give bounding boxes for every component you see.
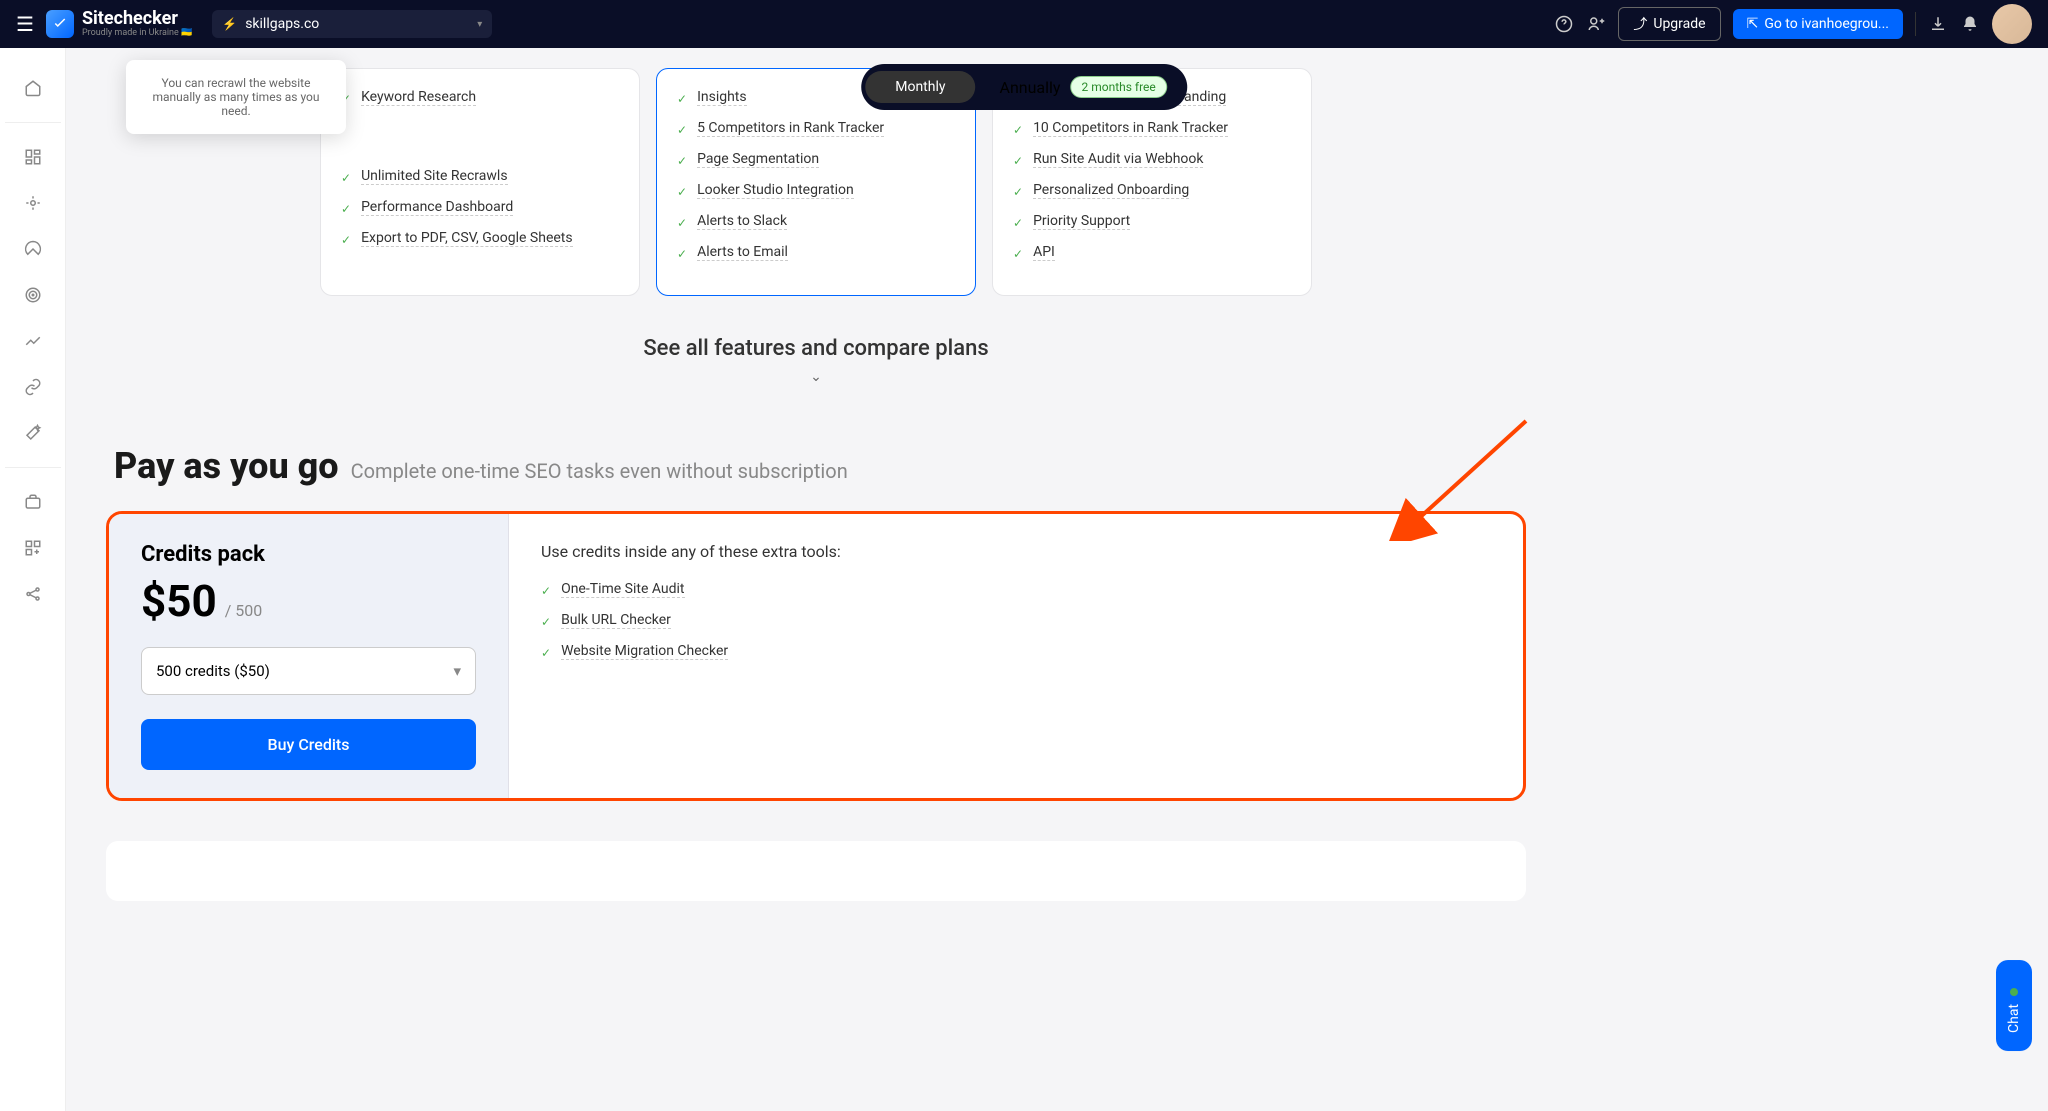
free-badge: 2 months free xyxy=(1070,76,1166,98)
chat-button[interactable]: Chat xyxy=(1996,960,2032,1051)
sidebar xyxy=(0,48,66,1111)
credits-box: Credits pack $50 / 500 500 credits ($50)… xyxy=(106,511,1526,801)
feature-item: ✓Page Segmentation xyxy=(677,151,955,168)
logo[interactable]: Sitechecker Proudly made in Ukraine 🇺🇦 xyxy=(46,10,192,38)
sidebar-share[interactable] xyxy=(13,574,53,614)
add-user-icon[interactable] xyxy=(1586,14,1606,34)
sidebar-apps[interactable] xyxy=(13,528,53,568)
tooltip-text: You can recrawl the website manually as … xyxy=(153,76,320,118)
feature-item: ✓Run Site Audit via Webhook xyxy=(1013,151,1291,168)
credits-select-value: 500 credits ($50) xyxy=(156,662,270,680)
sidebar-home[interactable] xyxy=(13,68,53,108)
credits-price: $50 xyxy=(141,575,217,627)
feature-item: ✓Keyword Research xyxy=(341,89,619,106)
credits-pack-title: Credits pack xyxy=(141,542,476,567)
credits-tools-heading: Use credits inside any of these extra to… xyxy=(541,542,1491,561)
tooltip: You can recrawl the website manually as … xyxy=(126,60,346,134)
sidebar-trend[interactable] xyxy=(13,321,53,361)
check-icon: ✓ xyxy=(677,154,687,168)
sidebar-dashboard[interactable] xyxy=(13,137,53,177)
upgrade-button[interactable]: ⤴ Upgrade xyxy=(1618,7,1720,41)
logo-icon xyxy=(46,10,74,38)
check-icon: ✓ xyxy=(1013,123,1023,137)
sidebar-analytics[interactable] xyxy=(13,183,53,223)
plan-card-basic: ✓Keyword Research ✓Unlimited Site Recraw… xyxy=(320,68,640,296)
chat-label: Chat xyxy=(2006,1004,2022,1033)
upgrade-icon: ⤴ xyxy=(1633,14,1647,34)
upgrade-label: Upgrade xyxy=(1653,16,1705,32)
divider xyxy=(1915,12,1916,36)
feature-item: ✓5 Competitors in Rank Tracker xyxy=(677,120,955,137)
toggle-annually[interactable]: Annually 2 months free xyxy=(976,68,1183,106)
check-icon: ✓ xyxy=(677,185,687,199)
payg-title: Pay as you go xyxy=(114,445,339,487)
check-icon: ✓ xyxy=(1013,185,1023,199)
feature-item: ✓Priority Support xyxy=(1013,213,1291,230)
check-icon: ✓ xyxy=(541,615,551,629)
credits-per: / 500 xyxy=(225,601,263,620)
download-icon[interactable] xyxy=(1928,14,1948,34)
check-icon: ✓ xyxy=(677,216,687,230)
credits-select[interactable]: 500 credits ($50) xyxy=(141,647,476,695)
feature-item: ✓Performance Dashboard xyxy=(341,199,619,216)
logo-name: Sitechecker xyxy=(82,10,192,28)
feature-item: ✓One-Time Site Audit xyxy=(541,581,1491,598)
feature-item: ✓Bulk URL Checker xyxy=(541,612,1491,629)
feature-item: ✓Alerts to Email xyxy=(677,244,955,261)
check-icon: ✓ xyxy=(341,233,351,247)
menu-icon[interactable]: ☰ xyxy=(16,12,34,36)
check-icon: ✓ xyxy=(341,202,351,216)
feature-item: ✓Looker Studio Integration xyxy=(677,182,955,199)
feature-item: ✓Unlimited Site Recrawls xyxy=(341,168,619,185)
credits-right: Use credits inside any of these extra to… xyxy=(509,514,1523,798)
buy-credits-button[interactable]: Buy Credits xyxy=(141,719,476,770)
sidebar-link[interactable] xyxy=(13,367,53,407)
app-header: ☰ Sitechecker Proudly made in Ukraine 🇺🇦… xyxy=(0,0,2048,48)
chevron-down-icon: ▾ xyxy=(477,19,482,30)
avatar[interactable] xyxy=(1992,4,2032,44)
site-name: skillgaps.co xyxy=(245,16,319,32)
check-icon: ✓ xyxy=(677,123,687,137)
toggle-monthly[interactable]: Monthly xyxy=(865,71,975,103)
bolt-icon: ⚡ xyxy=(222,17,237,31)
divider xyxy=(5,467,61,468)
check-icon: ✓ xyxy=(1013,216,1023,230)
main-content: You can recrawl the website manually as … xyxy=(66,48,1566,921)
sidebar-magic[interactable] xyxy=(13,413,53,453)
check-icon: ✓ xyxy=(677,247,687,261)
sidebar-speed[interactable] xyxy=(13,229,53,269)
bell-icon[interactable] xyxy=(1960,14,1980,34)
check-icon: ✓ xyxy=(541,646,551,660)
external-link-icon: ⇱ xyxy=(1747,16,1759,32)
help-icon[interactable] xyxy=(1554,14,1574,34)
divider xyxy=(5,122,61,123)
feature-item: ✓API xyxy=(1013,244,1291,261)
feature-item: ✓Alerts to Slack xyxy=(677,213,955,230)
sidebar-briefcase[interactable] xyxy=(13,482,53,522)
next-section xyxy=(106,841,1526,901)
site-selector[interactable]: ⚡ skillgaps.co ▾ xyxy=(212,10,492,38)
goto-site-button[interactable]: ⇱ Go to ivanhoegrou... xyxy=(1733,9,1903,39)
feature-item: ✓Personalized Onboarding xyxy=(1013,182,1291,199)
feature-item: ✓10 Competitors in Rank Tracker xyxy=(1013,120,1291,137)
payg-heading: Pay as you go Complete one-time SEO task… xyxy=(106,445,1526,487)
chevron-down-icon: ⌄ xyxy=(106,369,1526,385)
payg-subtitle: Complete one-time SEO tasks even without… xyxy=(351,459,848,483)
feature-item: ✓Export to PDF, CSV, Google Sheets xyxy=(341,230,619,247)
goto-label: Go to ivanhoegrou... xyxy=(1764,16,1889,32)
credits-left: Credits pack $50 / 500 500 credits ($50)… xyxy=(109,514,509,798)
check-icon: ✓ xyxy=(677,92,687,106)
check-icon: ✓ xyxy=(1013,247,1023,261)
check-icon: ✓ xyxy=(341,171,351,185)
logo-tagline: Proudly made in Ukraine 🇺🇦 xyxy=(82,28,192,38)
billing-toggle: Monthly Annually 2 months free xyxy=(861,64,1187,110)
annually-label: Annually xyxy=(1000,78,1061,97)
check-icon: ✓ xyxy=(1013,154,1023,168)
compare-text: See all features and compare plans xyxy=(106,336,1526,361)
check-icon: ✓ xyxy=(541,584,551,598)
status-dot-icon xyxy=(2010,988,2018,996)
compare-plans-link[interactable]: See all features and compare plans ⌄ xyxy=(106,336,1526,385)
feature-item: ✓Website Migration Checker xyxy=(541,643,1491,660)
sidebar-target[interactable] xyxy=(13,275,53,315)
